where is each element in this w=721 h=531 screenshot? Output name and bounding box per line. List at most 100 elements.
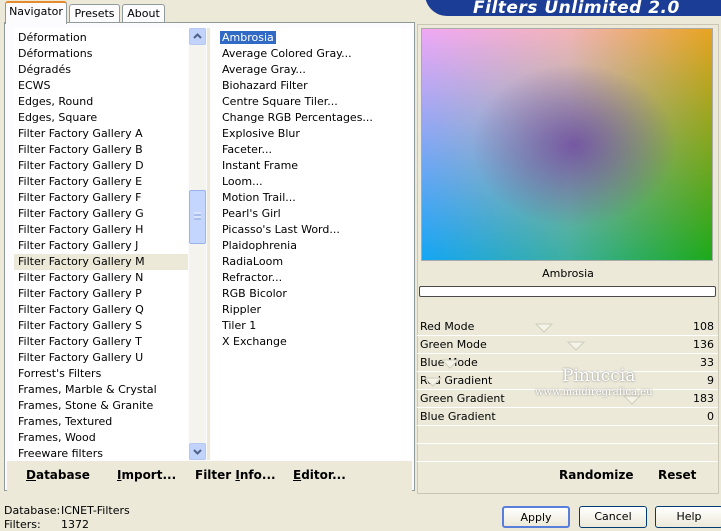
database-button[interactable]: Database (26, 461, 90, 489)
filter-item[interactable]: Plaidophrenia (220, 238, 411, 254)
filter-item-label: Refractor... (222, 271, 283, 284)
logo-text: Filters Unlimited 2.0 (473, 0, 680, 18)
randomize-button[interactable]: Randomize (559, 461, 633, 489)
watermark-title: Pinuccia (562, 366, 636, 386)
filter-item[interactable]: Centre Square Tiler... (220, 94, 411, 110)
filters-count-label: Filters: (4, 518, 41, 531)
cancel-button[interactable]: Cancel (579, 506, 647, 528)
category-item[interactable]: Filter Factory Gallery D (14, 158, 188, 174)
category-item[interactable]: Filter Factory Gallery P (14, 286, 188, 302)
scroll-down-button[interactable] (189, 443, 206, 460)
filter-item-label: Average Colored Gray... (222, 47, 352, 60)
preview-image (421, 28, 713, 261)
filter-item[interactable]: Average Gray... (220, 62, 411, 78)
category-item[interactable]: Frames, Wood (14, 430, 188, 446)
filter-item-label: Rippler (222, 303, 262, 316)
scroll-thumb[interactable] (189, 190, 206, 244)
category-item[interactable]: Filter Factory Gallery Q (14, 302, 188, 318)
param-row-empty (417, 426, 718, 444)
import-button[interactable]: Import... (117, 461, 176, 489)
filter-item[interactable]: Ambrosia (220, 30, 411, 46)
category-scrollbar[interactable] (189, 28, 206, 460)
database-label: Database: (4, 504, 61, 517)
preview-filter-name: Ambrosia (542, 267, 594, 280)
filter-item[interactable]: X Exchange (220, 334, 411, 350)
scroll-up-button[interactable] (189, 28, 206, 45)
category-item[interactable]: Frames, Stone & Granite (14, 398, 188, 414)
chevron-down-icon (193, 449, 202, 455)
filter-item-label: Pearl's Girl (222, 207, 281, 220)
filter-item-label: Loom... (222, 175, 263, 188)
filter-item-label: Change RGB Percentages... (222, 111, 373, 124)
category-item[interactable]: Filter Factory Gallery T (14, 334, 188, 350)
filter-item[interactable]: Explosive Blur (220, 126, 411, 142)
filter-item-label: X Exchange (222, 335, 287, 348)
filter-item[interactable]: Tiler 1 (220, 318, 411, 334)
filter-item[interactable]: Instant Frame (220, 158, 411, 174)
filter-item[interactable]: Refractor... (220, 270, 411, 286)
category-item[interactable]: Frames, Marble & Crystal (14, 382, 188, 398)
category-item[interactable]: Filter Factory Gallery N (14, 270, 188, 286)
filter-item[interactable]: Faceter... (220, 142, 411, 158)
filter-item[interactable]: RadiaLoom (220, 254, 411, 270)
category-item[interactable]: Edges, Square (14, 110, 188, 126)
category-list[interactable]: Déformation Déformations Dégradés ECWS Edges… (14, 28, 188, 460)
category-item[interactable]: ECWS (14, 78, 188, 94)
category-item[interactable]: Filter Factory Gallery E (14, 174, 188, 190)
category-item[interactable]: Filter Factory Gallery H (14, 222, 188, 238)
left-toolbar: Database Import... Filter Info... Editor… (7, 461, 412, 491)
filter-item-label: Ambrosia (220, 31, 276, 44)
apply-button[interactable]: Apply (502, 506, 570, 528)
chevron-up-icon (193, 33, 202, 39)
category-item[interactable]: Déformations (14, 46, 188, 62)
filter-item[interactable]: Picasso's Last Word... (220, 222, 411, 238)
tab-presets[interactable]: Presets (69, 4, 120, 23)
tab-navigator[interactable]: Navigator (5, 1, 67, 24)
filter-item[interactable]: Motion Trail... (220, 190, 411, 206)
category-item[interactable]: Filter Factory Gallery G (14, 206, 188, 222)
grip-icon (194, 212, 201, 220)
category-item[interactable]: Frames, Textured (14, 414, 188, 430)
category-item[interactable]: Filter Factory Gallery M (14, 254, 188, 270)
category-item[interactable]: Freeware filters (14, 446, 188, 460)
filter-item[interactable]: Loom... (220, 174, 411, 190)
category-item[interactable]: Filter Factory Gallery F (14, 190, 188, 206)
list-divider (207, 28, 210, 460)
navigator-panel: Déformation Déformations Dégradés ECWS Edges… (4, 22, 415, 491)
filter-item-label: Faceter... (222, 143, 272, 156)
preview-gradient (422, 29, 712, 260)
database-value: ICNET-Filters (61, 504, 130, 517)
filter-item-label: Tiler 1 (222, 319, 257, 332)
filter-item-label: Biohazard Filter (222, 79, 308, 92)
filter-item[interactable]: Pearl's Girl (220, 206, 411, 222)
category-item[interactable]: Déformation (14, 30, 188, 46)
tab-about[interactable]: About (122, 4, 165, 23)
filter-item[interactable]: Average Colored Gray... (220, 46, 411, 62)
category-item[interactable]: Filter Factory Gallery B (14, 142, 188, 158)
filter-item[interactable]: Change RGB Percentages... (220, 110, 411, 126)
category-item[interactable]: Filter Factory Gallery U (14, 350, 188, 366)
filter-item-label: RGB Bicolor (222, 287, 287, 300)
help-button[interactable]: Help (655, 506, 721, 528)
category-item[interactable]: Dégradés (14, 62, 188, 78)
filter-list[interactable]: Ambrosia Average Colored Gray... Average G… (211, 28, 411, 460)
filter-item-label: Picasso's Last Word... (222, 223, 340, 236)
progress-bar (419, 286, 716, 297)
filter-item[interactable]: Rippler (220, 302, 411, 318)
category-item[interactable]: Filter Factory Gallery J (14, 238, 188, 254)
app-logo: Filters Unlimited 2.0 (425, 0, 721, 18)
editor-button[interactable]: Editor... (293, 461, 346, 489)
category-item[interactable]: Filter Factory Gallery A (14, 126, 188, 142)
category-item[interactable]: Edges, Round (14, 94, 188, 110)
reset-button[interactable]: Reset (658, 461, 696, 489)
filter-info-button[interactable]: Filter Info... (195, 461, 276, 489)
param-row-empty (417, 444, 718, 462)
filter-item-label: Motion Trail... (222, 191, 296, 204)
filter-item[interactable]: Biohazard Filter (220, 78, 411, 94)
filter-item-label: Average Gray... (222, 63, 306, 76)
category-item[interactable]: Forrest's Filters (14, 366, 188, 382)
filters-count-value: 1372 (61, 518, 89, 531)
category-item[interactable]: Filter Factory Gallery S (14, 318, 188, 334)
filter-item[interactable]: RGB Bicolor (220, 286, 411, 302)
filter-item-label: Centre Square Tiler... (222, 95, 338, 108)
